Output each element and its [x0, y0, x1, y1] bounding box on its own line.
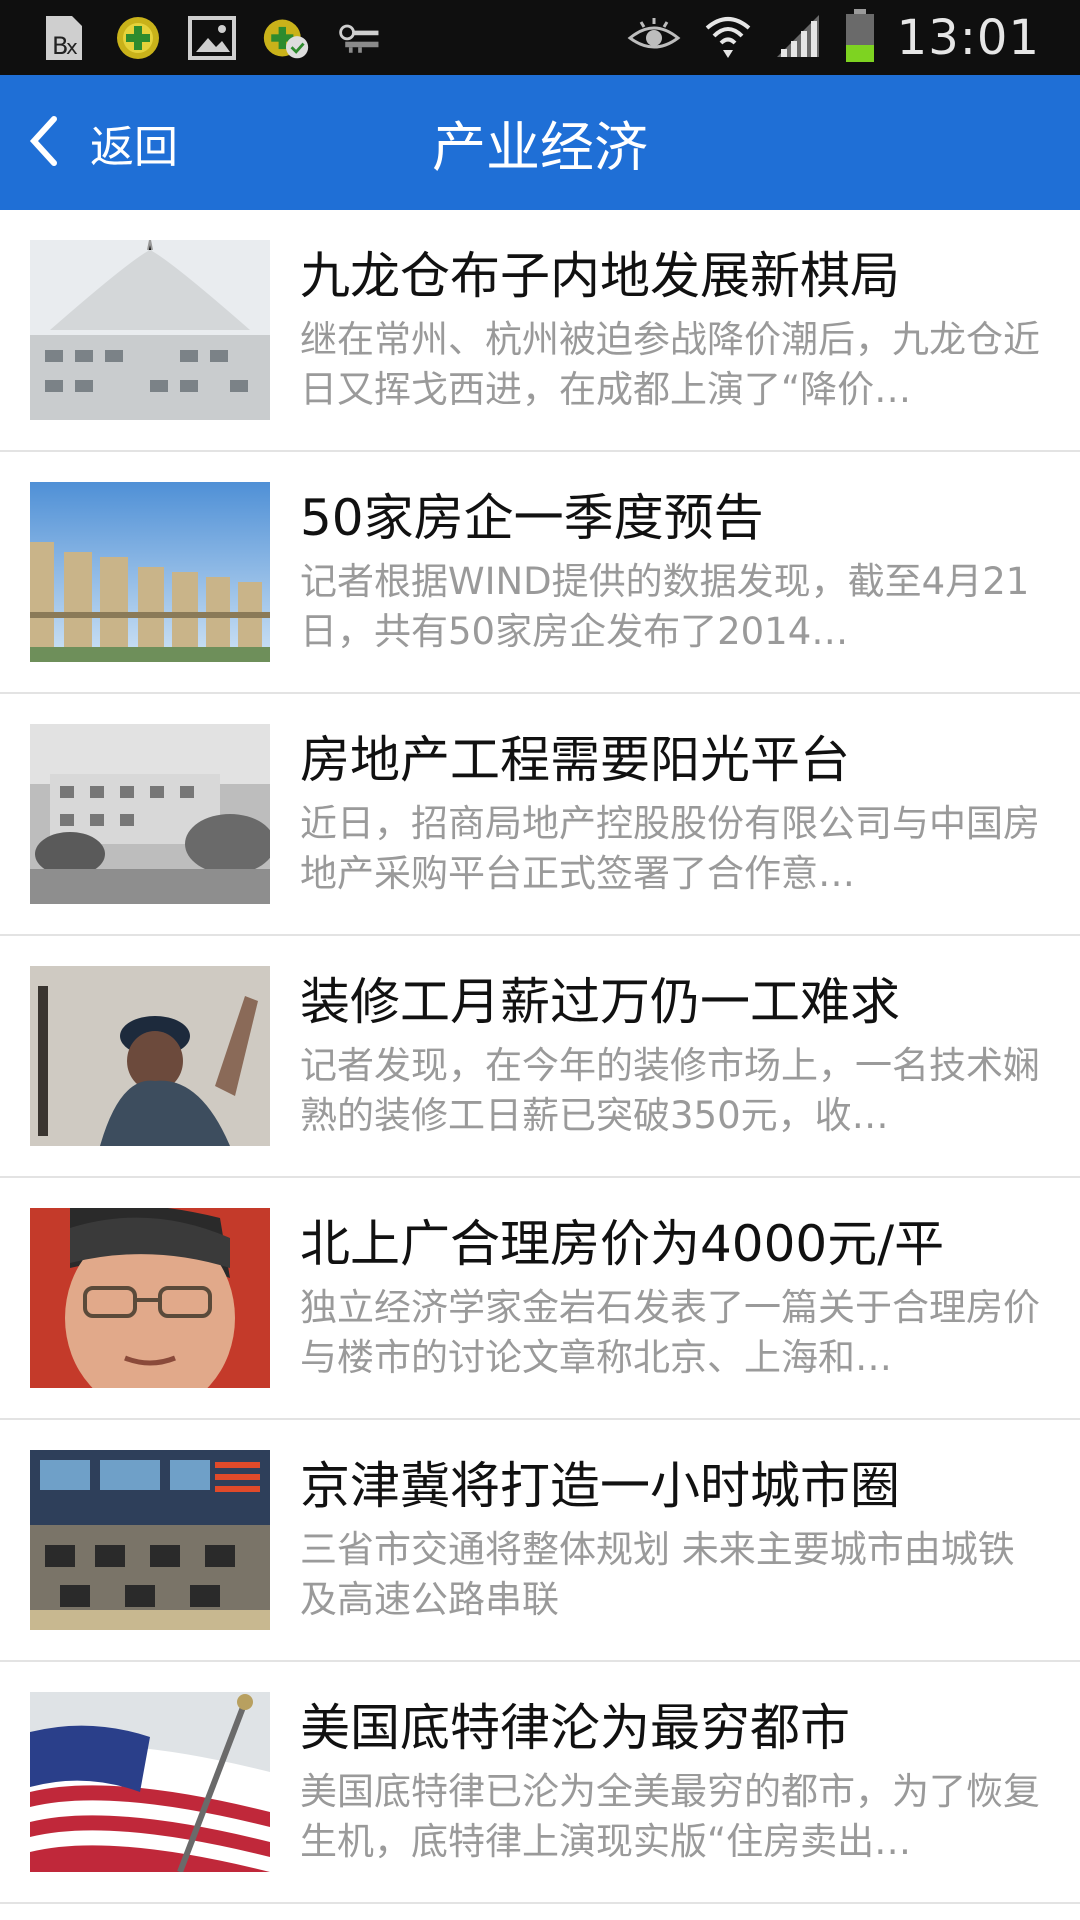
article-title: 北上广合理房价为4000元/平 [300, 1215, 945, 1273]
list-item[interactable]: 京津冀将打造一小时城市圈 三省市交通将整体规划 未来主要城市由城铁及高速公路串联 [0, 1420, 1080, 1662]
wifi-icon [703, 12, 753, 64]
back-button[interactable]: 返回 [28, 75, 178, 210]
article-title: 房地产工程需要阳光平台 [300, 731, 850, 789]
article-title: 50家房企一季度预告 [300, 489, 764, 547]
list-item[interactable]: 50家房企一季度预告 记者根据WIND提供的数据发现，截至4月21日，共有50家… [0, 452, 1080, 694]
battery-icon [845, 8, 875, 67]
svg-text:x: x [66, 35, 78, 59]
article-summary: 记者发现，在今年的装修市场上，一名技术娴熟的装修工日薪已突破350元，收… [300, 1044, 1040, 1137]
clock: 13:01 [896, 9, 1040, 66]
plus-app-icon [114, 14, 162, 62]
article-thumbnail [30, 482, 270, 662]
article-summary: 独立经济学家金岩石发表了一篇关于合理房价与楼市的讨论文章称北京、上海和… [300, 1286, 1040, 1379]
article-thumbnail [30, 1692, 270, 1872]
article-title: 装修工月薪过万仍一工难求 [300, 973, 900, 1031]
sim-icon: Bx [40, 14, 88, 62]
article-title: 京津冀将打造一小时城市圈 [300, 1457, 900, 1515]
article-summary: 美国底特律已沦为全美最穷的都市，为了恢复生机，底特律上演现实版“住房卖出… [300, 1770, 1040, 1863]
article-thumbnail [30, 1450, 270, 1630]
article-summary: 近日，招商局地产控股股份有限公司与中国房地产采购平台正式签署了合作意… [300, 802, 1040, 895]
article-summary: 记者根据WIND提供的数据发现，截至4月21日，共有50家房企发布了2014… [300, 560, 1030, 653]
list-item[interactable]: 北上广合理房价为4000元/平 独立经济学家金岩石发表了一篇关于合理房价与楼市的… [0, 1178, 1080, 1420]
chevron-left-icon [28, 115, 60, 171]
article-thumbnail [30, 1208, 270, 1388]
list-item[interactable]: 房地产工程需要阳光平台 近日，招商局地产控股股份有限公司与中国房地产采购平台正式… [0, 694, 1080, 936]
article-title: 九龙仓布子内地发展新棋局 [300, 247, 900, 305]
image-icon [188, 14, 236, 62]
keys-icon [336, 14, 384, 62]
notification-icons: Bx [40, 12, 384, 64]
article-thumbnail [30, 240, 270, 420]
eye-icon [627, 16, 681, 60]
list-item[interactable]: 美国底特律沦为最穷都市 美国底特律已沦为全美最穷的都市，为了恢复生机，底特律上演… [0, 1662, 1080, 1904]
article-thumbnail [30, 966, 270, 1146]
article-list: 九龙仓布子内地发展新棋局 继在常州、杭州被迫参战降价潮后，九龙仓近日又挥戈西进，… [0, 210, 1080, 1904]
status-bar: Bx 13:01 [0, 0, 1080, 75]
article-summary: 继在常州、杭州被迫参战降价潮后，九龙仓近日又挥戈西进，在成都上演了“降价… [300, 318, 1040, 411]
list-item[interactable]: 装修工月薪过万仍一工难求 记者发现，在今年的装修市场上，一名技术娴熟的装修工日薪… [0, 936, 1080, 1178]
back-label: 返回 [90, 121, 178, 173]
app-bar: 返回 产业经济 [0, 75, 1080, 210]
list-item[interactable]: 九龙仓布子内地发展新棋局 继在常州、杭州被迫参战降价潮后，九龙仓近日又挥戈西进，… [0, 210, 1080, 452]
signal-icon [775, 13, 823, 63]
article-summary: 三省市交通将整体规划 未来主要城市由城铁及高速公路串联 [300, 1528, 1015, 1621]
article-thumbnail [30, 724, 270, 904]
status-indicators: 13:01 [627, 0, 1040, 75]
article-title: 美国底特律沦为最穷都市 [300, 1699, 850, 1757]
update-icon [262, 14, 310, 62]
